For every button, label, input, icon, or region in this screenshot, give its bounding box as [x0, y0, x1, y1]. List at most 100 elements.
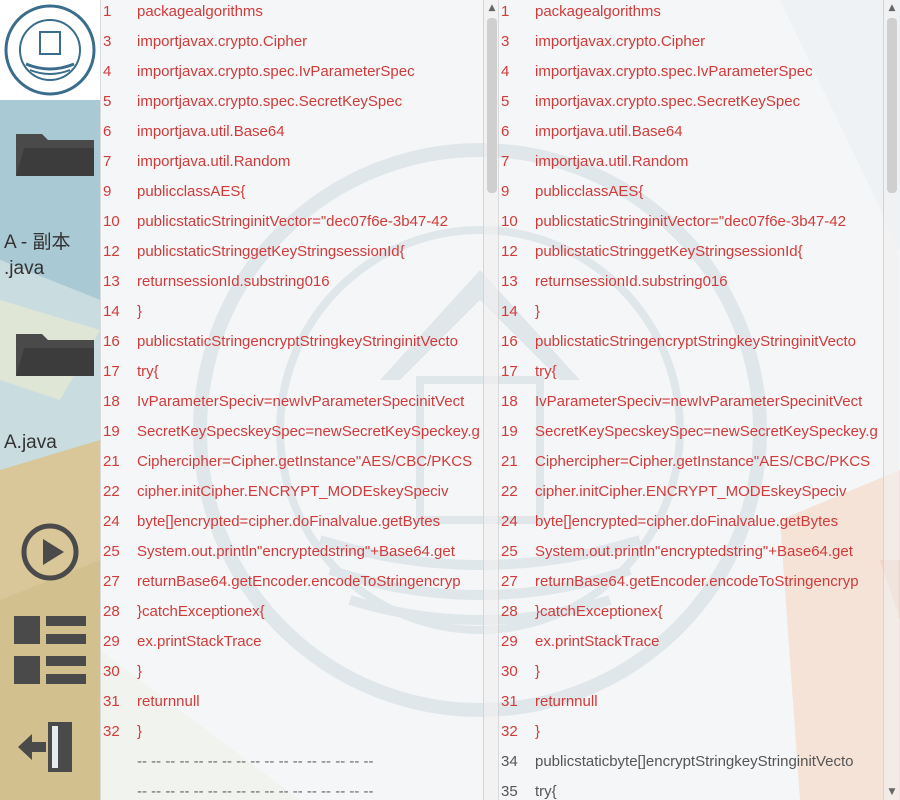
line-code: importjavax.crypto.spec.SecretKeySpec [535, 93, 801, 110]
line-number: 31 [501, 693, 518, 710]
code-line[interactable]: 32} [101, 720, 498, 750]
code-line[interactable]: 25 System.out.println"encryptedstring"+Ba… [101, 540, 498, 570]
code-line[interactable]: 31 returnnull [101, 690, 498, 720]
code-line[interactable]: 3 importjavax.crypto.Cipher [101, 30, 498, 60]
code-line[interactable]: 21 Ciphercipher=Cipher.getInstance"AES/CB… [499, 450, 900, 480]
exit-icon[interactable] [18, 720, 74, 774]
code-line[interactable]: 12 publicstaticStringgetKeyStringsessionI… [101, 240, 498, 270]
line-code: returnBase64.getEncoder.encodeToStringen… [535, 573, 859, 590]
code-line[interactable]: 9 publicclassAES{ [101, 180, 498, 210]
code-line[interactable]: 22 cipher.initCipher.ENCRYPT_MODEskeySpec… [499, 480, 900, 510]
scroll-down-arrow[interactable]: ▼ [884, 784, 900, 800]
code-pane-left[interactable]: 1 packagealgorithms 3 importjavax.crypto.Ci… [100, 0, 498, 800]
code-line[interactable]: 32} [499, 720, 900, 750]
line-number: 34 [501, 753, 518, 770]
code-line[interactable]: 19 SecretKeySpecskeySpec=newSecretKeySpec… [101, 420, 498, 450]
line-number: 28 [501, 603, 518, 620]
line-code: ex.printStackTrace [535, 633, 660, 650]
code-line[interactable]: 25 System.out.println"encryptedstring"+Ba… [499, 540, 900, 570]
play-icon[interactable] [20, 522, 80, 582]
code-line[interactable]: 30} [101, 660, 498, 690]
line-number: 10 [103, 213, 120, 230]
code-line[interactable]: 9 publicclassAES{ [499, 180, 900, 210]
code-line[interactable]: 7 importjava.util.Random [101, 150, 498, 180]
code-line[interactable]: 16 publicstaticStringencryptStringkeyStri… [101, 330, 498, 360]
code-line[interactable]: 22 cipher.initCipher.ENCRYPT_MODEskeySpec… [101, 480, 498, 510]
line-number: 16 [501, 333, 518, 350]
line-code: packagealgorithms [137, 3, 263, 20]
code-line[interactable]: 5 importjavax.crypto.spec.SecretKeySpec [101, 90, 498, 120]
line-code: importjavax.crypto.spec.IvParameterSpec [137, 63, 415, 80]
code-line[interactable]: 13 returnsessionId.substring016 [499, 270, 900, 300]
file-item-a[interactable]: A.java [0, 318, 100, 458]
line-number: 32 [501, 723, 518, 740]
line-number: 4 [103, 63, 112, 80]
code-line[interactable]: 31 returnnull [499, 690, 900, 720]
code-line[interactable]: 16 publicstaticStringencryptStringkeyStri… [499, 330, 900, 360]
code-line[interactable]: 18 IvParameterSpeciv=newIvParameterSpecin… [499, 390, 900, 420]
line-code: -- -- -- -- -- -- -- -- -- -- -- -- -- -… [137, 753, 374, 770]
scroll-up-arrow[interactable]: ▲ [484, 0, 498, 16]
code-line[interactable]: 1 packagealgorithms [101, 0, 498, 30]
line-number: 7 [103, 153, 112, 170]
file-item-a-copy[interactable]: A - 副本 .java [0, 118, 100, 288]
code-line[interactable]: -- -- -- -- -- -- -- -- -- -- -- -- -- -… [101, 750, 498, 780]
code-line[interactable]: 12 publicstaticStringgetKeyStringsessionI… [499, 240, 900, 270]
list-view-icon[interactable] [14, 614, 86, 686]
line-number: 18 [103, 393, 120, 410]
line-code: packagealgorithms [535, 3, 661, 20]
line-code: publicclassAES{ [535, 183, 644, 200]
line-number: 12 [501, 243, 518, 260]
code-line[interactable]: 14} [101, 300, 498, 330]
file-label-ext: .java [4, 258, 45, 279]
code-line[interactable]: 6 importjava.util.Base64 [101, 120, 498, 150]
line-number: 29 [501, 633, 518, 650]
code-line[interactable]: 29 ex.printStackTrace [101, 630, 498, 660]
code-line[interactable]: 4 importjavax.crypto.spec.IvParameterSpec [101, 60, 498, 90]
code-line[interactable]: 14} [499, 300, 900, 330]
code-line[interactable]: 10 publicstaticStringinitVector="dec07f6e… [101, 210, 498, 240]
code-line[interactable]: 5 importjavax.crypto.spec.SecretKeySpec [499, 90, 900, 120]
scroll-thumb[interactable] [887, 18, 897, 193]
scrollbar-right[interactable]: ▲ ▼ [883, 0, 899, 800]
line-code: publicstaticbyte[]encryptStringkeyString… [535, 753, 854, 770]
line-number: 6 [103, 123, 112, 140]
scroll-up-arrow[interactable]: ▲ [884, 0, 900, 16]
code-line[interactable]: 28}catchExceptionex{ [499, 600, 900, 630]
code-line[interactable]: 7 importjava.util.Random [499, 150, 900, 180]
code-line[interactable]: 21 Ciphercipher=Cipher.getInstance"AES/CB… [101, 450, 498, 480]
code-line[interactable]: 35 try{ [499, 780, 900, 800]
code-line[interactable]: 19 SecretKeySpecskeySpec=newSecretKeySpec… [499, 420, 900, 450]
file-label: A - 副本 [4, 232, 71, 253]
line-number: 3 [501, 33, 510, 50]
code-line[interactable]: 28}catchExceptionex{ [101, 600, 498, 630]
code-line[interactable]: 13 returnsessionId.substring016 [101, 270, 498, 300]
code-line[interactable]: -- -- -- -- -- -- -- -- -- -- -- -- -- -… [101, 780, 498, 800]
code-pane-right[interactable]: 1 packagealgorithms 3 importjavax.crypto.Ci… [498, 0, 900, 800]
line-code: publicstaticStringinitVector="dec07f6e-3… [137, 213, 448, 230]
code-line[interactable]: 10 publicstaticStringinitVector="dec07f6e… [499, 210, 900, 240]
code-line[interactable]: 24 byte[]encrypted=cipher.doFinalvalue.ge… [499, 510, 900, 540]
line-number [101, 780, 137, 800]
code-line[interactable]: 17 try{ [101, 360, 498, 390]
line-number: 30 [103, 663, 120, 680]
code-line[interactable]: 29 ex.printStackTrace [499, 630, 900, 660]
line-code: importjavax.crypto.Cipher [137, 33, 308, 50]
line-number: 17 [103, 363, 120, 380]
code-line[interactable]: 3 importjavax.crypto.Cipher [499, 30, 900, 60]
scrollbar-left[interactable]: ▲ [483, 0, 498, 800]
code-line[interactable]: 27 returnBase64.getEncoder.encodeToString… [499, 570, 900, 600]
code-line[interactable]: 1 packagealgorithms [499, 0, 900, 30]
code-line[interactable]: 27 returnBase64.getEncoder.encodeToString… [101, 570, 498, 600]
line-code: returnsessionId.substring016 [535, 273, 728, 290]
code-line[interactable]: 6 importjava.util.Base64 [499, 120, 900, 150]
line-code: try{ [137, 363, 159, 380]
code-line[interactable]: 24 byte[]encrypted=cipher.doFinalvalue.ge… [101, 510, 498, 540]
code-line[interactable]: 30} [499, 660, 900, 690]
code-line[interactable]: 4 importjavax.crypto.spec.IvParameterSpec [499, 60, 900, 90]
scroll-thumb[interactable] [487, 18, 497, 193]
line-code: -- -- -- -- -- -- -- -- -- -- -- -- -- -… [137, 783, 374, 800]
code-line[interactable]: 34 publicstaticbyte[]encryptStringkeyStri… [499, 750, 900, 780]
code-line[interactable]: 18 IvParameterSpeciv=newIvParameterSpecin… [101, 390, 498, 420]
code-line[interactable]: 17 try{ [499, 360, 900, 390]
